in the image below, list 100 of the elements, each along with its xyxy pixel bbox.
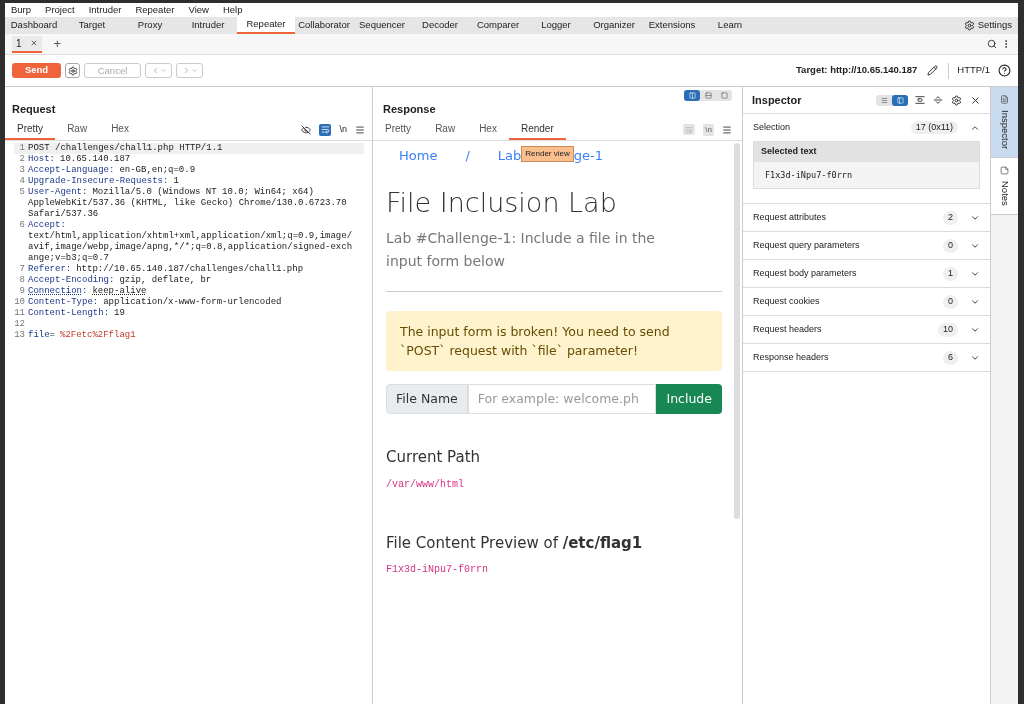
request-tab[interactable]: 1 [12, 35, 42, 53]
header-value: keep-alive [92, 285, 147, 297]
collapse-icon[interactable] [933, 95, 943, 105]
menu-item[interactable]: Intruder [88, 2, 122, 18]
note-icon [1000, 166, 1009, 176]
edit-icon[interactable] [927, 65, 939, 76]
separator: : [49, 153, 55, 165]
header-value: avif,image/webp,image/apng,*/*;q=0.8,application/signed-exch [28, 241, 353, 253]
tool-tab[interactable]: Dashboard [5, 17, 63, 34]
header-value: en-GB,en;q=0.9 [119, 164, 196, 176]
tool-tab[interactable]: Collaborator [295, 17, 353, 34]
tool-tab[interactable]: Decoder [411, 17, 469, 34]
menu-item[interactable]: Project [45, 2, 75, 18]
breadcrumb-link[interactable]: ge-1 [573, 145, 603, 166]
tool-tab[interactable]: Repeater [237, 17, 295, 34]
page-subtitle: Lab #Challenge-1: Include a file in the input form below [386, 229, 656, 271]
section-label[interactable]: Request cookies [753, 295, 820, 309]
view-tab[interactable]: Raw [55, 119, 100, 140]
request-line: POST /challenges/chall1.php HTTP/1.1 [28, 142, 223, 154]
line-number: 11 [14, 307, 26, 319]
menu-item[interactable]: View [188, 2, 209, 18]
include-button[interactable]: Include [656, 384, 722, 414]
header-name: Accept-Language [28, 164, 109, 176]
wrap-icon[interactable] [319, 123, 332, 136]
header-value: 10.65.140.187 [60, 153, 131, 165]
count-badge: 2 [943, 211, 958, 225]
header-value: ange;v=b3;q=0.7 [28, 252, 110, 264]
menu-item[interactable]: Burp [11, 2, 32, 18]
view-mode-toggle[interactable] [892, 94, 908, 106]
tool-tab[interactable]: Proxy [121, 17, 179, 34]
pane-title: Response [382, 102, 437, 117]
new-tab-button[interactable]: + [53, 34, 62, 54]
line-number: 5 [18, 186, 26, 198]
count-badge: 17 (0x11) [910, 120, 958, 135]
preview-code: F1x3d-iNpu7-f0rrn [386, 563, 490, 577]
header-value: 19 [114, 307, 125, 319]
breadcrumb-link[interactable]: Lab [497, 145, 522, 166]
menu-item[interactable]: Repeater [135, 2, 175, 18]
layout-icon [704, 92, 712, 99]
layout-toggle[interactable] [684, 90, 700, 101]
tool-tab[interactable]: Organizer [585, 17, 643, 34]
menu-item[interactable]: Help [222, 2, 243, 18]
tool-tab[interactable]: Sequencer [353, 17, 411, 34]
line-number: 12 [14, 318, 26, 330]
header-name: Referer [28, 263, 66, 275]
scrollbar-thumb[interactable] [734, 142, 740, 519]
view-tab[interactable]: Pretty [5, 119, 56, 140]
tool-tab[interactable]: Target [63, 17, 121, 34]
tool-tab[interactable]: Extensions [643, 17, 701, 34]
line-number: 1 [18, 142, 26, 154]
tool-tab[interactable]: Intruder [179, 17, 237, 34]
settings-button[interactable]: Settings [977, 18, 1012, 33]
breadcrumb-link[interactable]: / [465, 145, 470, 166]
tool-tab[interactable]: Logger [527, 17, 585, 34]
section-label[interactable]: Selection [753, 120, 791, 135]
section-label[interactable]: Request attributes [753, 211, 827, 225]
tool-tab[interactable]: Learn [701, 17, 759, 34]
view-tab[interactable]: Hex [99, 119, 141, 140]
section-label[interactable]: Request body parameters [753, 267, 857, 281]
line-number: 9 [18, 285, 26, 297]
expand-icon[interactable] [915, 95, 925, 105]
view-tab[interactable]: Pretty [373, 119, 424, 140]
file-name-field[interactable]: For example: welcome.ph [467, 384, 657, 414]
header-value: 1 [173, 175, 179, 187]
warning-alert: The input form is broken! You need to send `POST` request with `file` parameter! [386, 311, 722, 371]
header-value: %2Fetc%2Fflag1 [60, 329, 136, 341]
help-icon[interactable] [998, 64, 1011, 77]
newline-toggle[interactable]: \n [339, 122, 347, 137]
header-name: Upgrade-Insecure-Requests [28, 175, 164, 187]
menu-icon[interactable] [722, 124, 732, 135]
inspector-title: Inspector [752, 92, 802, 108]
section-label[interactable]: Response headers [753, 351, 829, 365]
section-label[interactable]: Request query parameters [753, 239, 860, 253]
side-tab[interactable]: Notes [991, 158, 1018, 215]
view-tab[interactable]: Hex [467, 119, 509, 140]
breadcrumb-link[interactable]: Home [399, 145, 438, 166]
settings-icon[interactable] [951, 94, 962, 106]
header-name: Connection [28, 285, 82, 297]
section-label[interactable]: Request headers [753, 323, 822, 337]
side-tab[interactable]: Inspector [991, 87, 1018, 159]
panel-icon [896, 96, 904, 104]
count-badge: 0 [943, 295, 958, 309]
separator: : [65, 263, 72, 275]
hide-icon[interactable] [301, 124, 312, 135]
section-heading: File Content Preview of /etc/flag1 [386, 532, 644, 554]
header-value: application/x-www-form-urlencoded [103, 296, 282, 308]
separator: : [92, 296, 99, 308]
gear-icon[interactable] [65, 63, 80, 78]
settings-icon[interactable] [963, 20, 975, 31]
menu-icon[interactable] [355, 124, 365, 135]
line-number: 4 [18, 175, 26, 187]
newline-toggle[interactable]: \n [703, 123, 714, 136]
view-tab[interactable]: Render [508, 119, 566, 140]
view-tab[interactable]: Raw [423, 119, 468, 140]
protocol-label[interactable]: HTTP/1 [957, 63, 990, 78]
separator: : [163, 175, 169, 187]
tool-tab[interactable]: Comparer [469, 17, 527, 34]
page-heading: File Inclusion Lab [386, 185, 618, 220]
close-icon[interactable] [970, 94, 981, 106]
search-icon[interactable] [987, 39, 997, 49]
